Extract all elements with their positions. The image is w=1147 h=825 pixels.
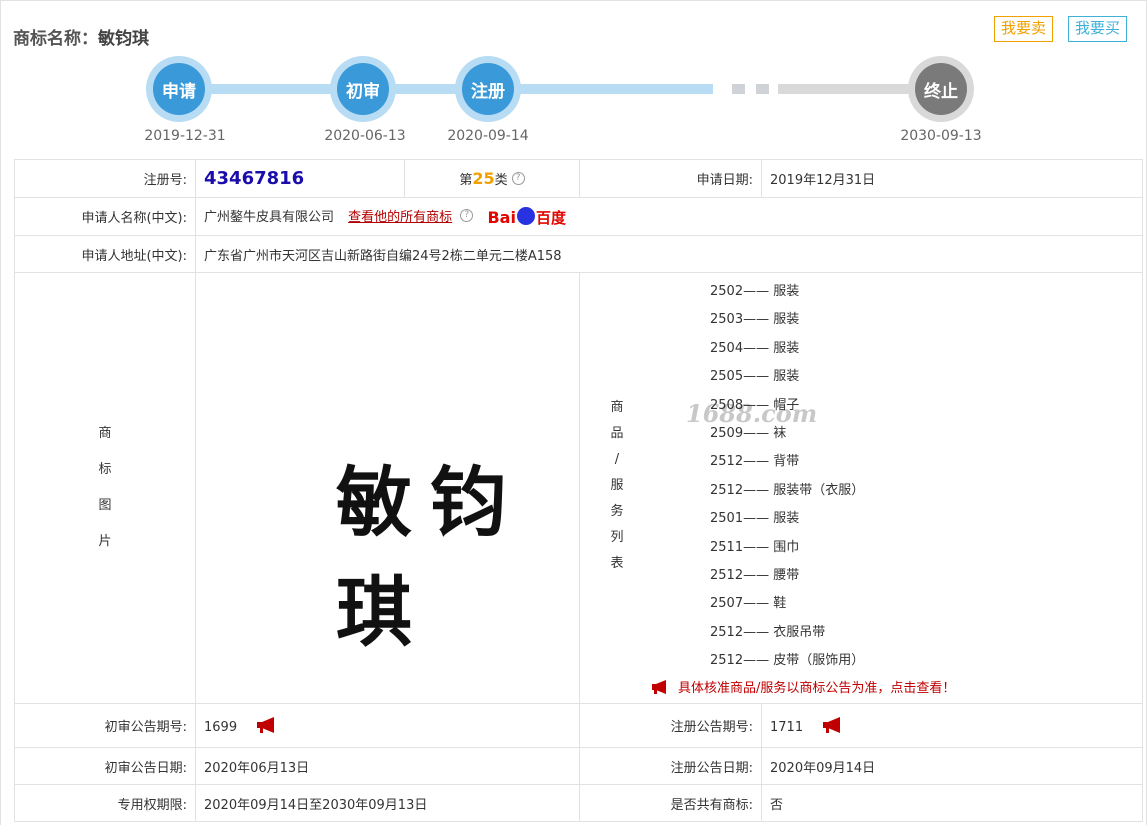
list-item: 2505—— 服装 [710,369,800,385]
class-number: 25 [472,169,495,188]
timeline-bar-active [180,84,713,94]
goods-list: 2502—— 服装 2503—— 服装 2504—— 服装 2505—— 服装 … [580,273,1142,675]
apply-date: 2019年12月31日 [761,159,1143,198]
list-item: 2512—— 背带 [710,454,800,470]
reg-announce-date-label: 注册公告日期: [579,747,762,786]
trademark-info-table: 注册号: 43467816 第25类? 申请日期: 2019年12月31日 申请… [14,159,1143,823]
address: 广东省广州市天河区吉山新路街自编24号2栋二单元二楼A158 [195,235,1143,273]
table-row: 商标图片 敏钧琪 1688.com 商品 / 服务列表 2502—— 服装 2503… [14,271,1143,705]
list-item: 2501—— 服装 [710,511,800,527]
timeline-step-apply: 申请 [146,56,212,122]
list-item: 2512—— 腰带 [710,567,800,583]
timeline-step-end: 终止 [908,56,974,122]
list-item: 2507—— 鞋 [710,596,787,612]
goods-cell: 商品 / 服务列表 2502—— 服装 2503—— 服装 2504—— 服装 25… [579,271,1143,705]
megaphone-icon[interactable] [255,716,279,733]
applicant-label: 申请人名称(中文): [14,197,196,236]
table-row: 申请人地址(中文): 广东省广州市天河区吉山新路街自编24号2栋二单元二楼A15… [14,235,1143,273]
list-item: 2512—— 服装带（衣服） [710,482,865,498]
prelim-date: 2020年06月13日 [195,747,580,786]
reg-announce-no: 1711 [770,719,804,735]
timeline-date-end: 2030-09-13 [900,128,982,144]
exclusive-label: 专用权期限: [14,784,196,823]
prelim-no-label: 初审公告期号: [14,703,196,749]
class-cell: 第25类? [404,159,580,198]
timeline-step-prelim: 初审 [330,56,396,122]
table-row: 专用权期限: 2020年09月14日至2030年09月13日 是否共有商标: 否 [14,784,1143,823]
mark-image-text: 敏钧琪 [336,458,524,657]
applicant-cell: 广州鏊牛皮具有限公司 查看他的所有商标 ? Bai 百度 [195,197,1143,236]
reg-no: 43467816 [204,168,305,189]
megaphone-icon [652,680,666,695]
mark-image: 敏钧琪 1688.com [195,271,817,705]
list-item: 2502—— 服装 [710,284,800,299]
shared-label: 是否共有商标: [579,784,762,823]
buy-button[interactable]: 我要买 [1068,16,1128,42]
mark-image-label: 商标图片 [14,271,196,705]
title-label: 商标名称： [13,29,98,49]
help-icon[interactable]: ? [460,208,474,222]
list-item: 2509—— 袜 [710,425,787,441]
prelim-no: 1699 [204,719,238,735]
timeline-dash [756,84,769,94]
status-timeline: 申请 初审 注册 终止 2019-12-31 2020-06-13 2020-0… [0,52,1147,152]
title-value: 敏钧琪 [98,29,149,49]
table-row: 初审公告期号: 1699 注册公告期号: 1711 [14,703,1143,749]
reg-announce-no-label: 注册公告期号: [579,703,762,749]
baidu-paw-icon [516,206,535,225]
list-item: 2512—— 皮带（服饰用） [710,653,865,669]
applicant-name: 广州鏊牛皮具有限公司 [204,209,335,225]
megaphone-icon[interactable] [821,716,845,733]
table-row: 初审公告日期: 2020年06月13日 注册公告日期: 2020年09月14日 [14,747,1143,786]
help-icon[interactable]: ? [511,172,525,185]
view-all-trademarks-link[interactable]: 查看他的所有商标 [348,210,452,225]
address-label: 申请人地址(中文): [14,235,196,273]
timeline-dash [732,84,745,94]
reg-no-label: 注册号: [14,159,196,198]
baidu-search-logo[interactable]: Bai 百度 [487,206,566,228]
shared-value: 否 [761,784,1143,823]
list-item: 2511—— 围巾 [710,539,800,555]
page-title: 商标名称：敏钧琪 [13,24,149,49]
prelim-date-label: 初审公告日期: [14,747,196,786]
reg-no-cell: 43467816 [195,159,405,198]
apply-date-label: 申请日期: [579,159,762,198]
table-row: 注册号: 43467816 第25类? 申请日期: 2019年12月31日 [14,159,1143,198]
timeline-step-register: 注册 [455,56,521,122]
reg-announce-no-cell: 1711 [761,703,1143,749]
sell-button[interactable]: 我要卖 [994,16,1054,42]
reg-announce-date: 2020年09月14日 [761,747,1143,786]
list-item: 2508—— 帽子 [710,397,800,413]
table-row: 申请人名称(中文): 广州鏊牛皮具有限公司 查看他的所有商标 ? Bai 百度 [14,197,1143,236]
timeline-date-apply: 2019-12-31 [144,128,226,144]
goods-notice-link[interactable]: 具体核准商品/服务以商标公告为准，点击查看！ [580,675,1142,703]
timeline-date-register: 2020-09-14 [447,128,529,144]
timeline-date-prelim: 2020-06-13 [324,128,406,144]
list-item: 2512—— 衣服吊带 [710,624,826,640]
goods-label: 商品 / 服务列表 [610,400,624,571]
exclusive-period: 2020年09月14日至2030年09月13日 [195,784,580,823]
prelim-no-cell: 1699 [195,703,580,749]
list-item: 2503—— 服装 [710,312,800,328]
list-item: 2504—— 服装 [710,340,800,356]
